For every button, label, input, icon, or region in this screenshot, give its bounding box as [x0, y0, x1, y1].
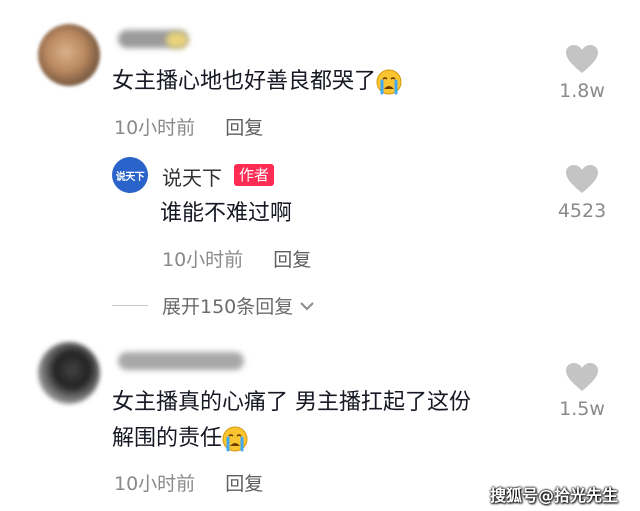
crying-face-icon	[376, 69, 402, 95]
comment-time: 10小时前	[114, 473, 196, 495]
comment-meta: 10小时前 回复	[114, 113, 263, 140]
author-avatar[interactable]: 说天下	[112, 157, 148, 193]
comment-meta: 10小时前 回复	[114, 469, 263, 496]
comment-text-content: 女主播心地也好善良都哭了	[112, 69, 377, 94]
comment-text: 女主播真的心痛了 男主播扛起了这份	[112, 390, 471, 415]
like-count: 4523	[557, 200, 607, 222]
divider-line	[112, 305, 148, 306]
heart-icon	[566, 165, 598, 193]
like-button[interactable]: 4523	[550, 164, 614, 222]
author-avatar-text: 说天下	[115, 171, 145, 183]
author-name[interactable]: 说天下	[162, 162, 222, 191]
reply-time: 10小时前	[162, 249, 244, 271]
comment-time: 10小时前	[114, 117, 196, 139]
heart-icon	[566, 363, 598, 391]
like-count: 1.8w	[559, 80, 605, 102]
like-button[interactable]: 1.5w	[550, 362, 614, 420]
author-badge: 作者	[234, 164, 275, 186]
reply-button[interactable]: 回复	[273, 249, 311, 271]
expand-replies-button[interactable]: 展开150条回复	[112, 292, 315, 319]
comment-text-content: 解围的责任	[112, 426, 223, 451]
comment-text: 女主播心地也好善良都哭了	[112, 66, 402, 98]
reply-button[interactable]: 回复	[225, 117, 263, 139]
blurred-username-badge	[166, 32, 188, 48]
comment-text-line2: 解围的责任	[112, 423, 248, 455]
reply-button[interactable]: 回复	[225, 473, 263, 495]
reply-meta: 10小时前 回复	[162, 245, 311, 272]
user-avatar[interactable]	[38, 24, 100, 86]
user-avatar[interactable]	[38, 342, 100, 404]
like-count: 1.5w	[559, 398, 605, 420]
like-button[interactable]: 1.8w	[550, 44, 614, 102]
watermark: 搜狐号@拾光先生	[489, 486, 618, 505]
reply-text: 谁能不难过啊	[160, 201, 293, 226]
heart-icon	[566, 45, 598, 73]
crying-face-icon	[222, 426, 248, 452]
expand-replies-label: 展开150条回复	[162, 296, 294, 318]
blurred-username[interactable]	[118, 352, 244, 370]
chevron-down-icon	[300, 301, 314, 310]
